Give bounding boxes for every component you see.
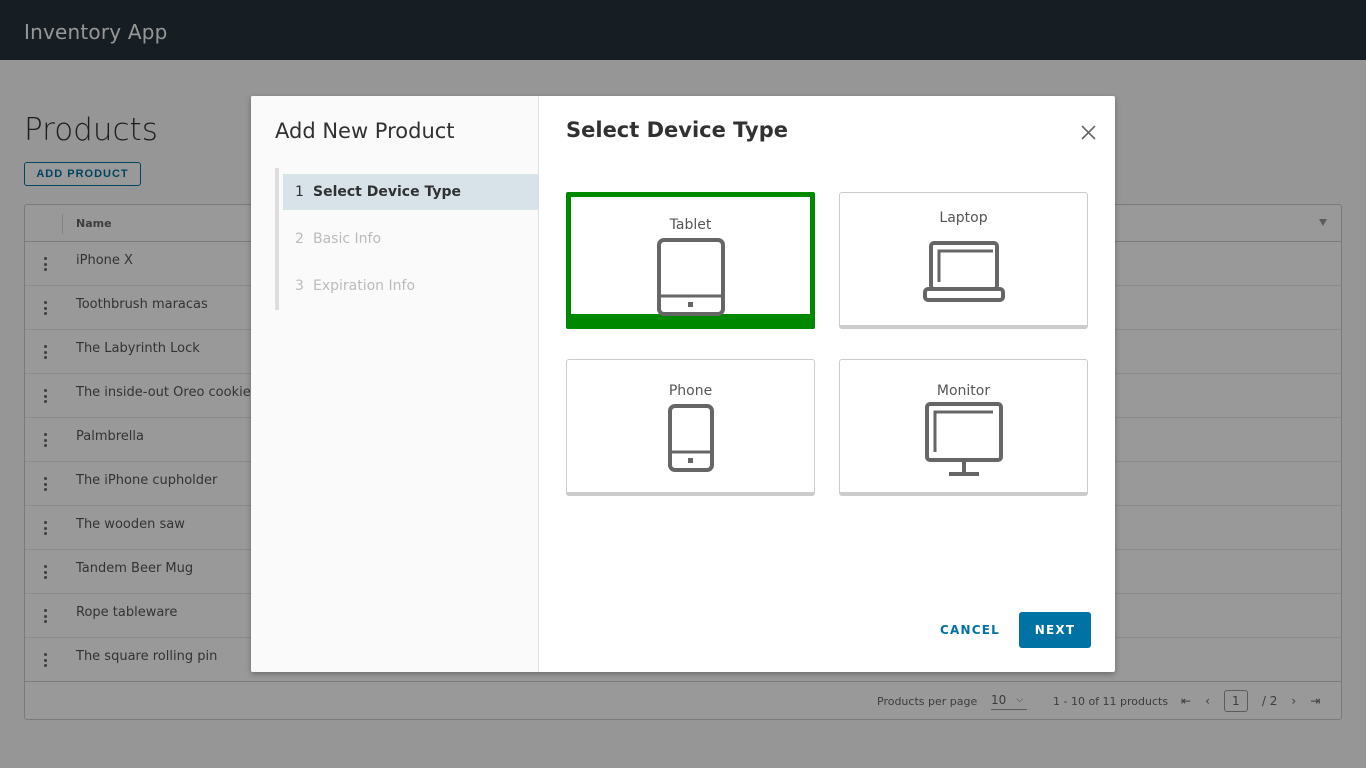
step-basic-info[interactable]: 2 Basic Info [283,221,539,257]
step-title: Select Device Type [566,118,788,142]
monitor-icon [925,402,1003,476]
step-number: 1 [295,184,304,200]
tablet-icon [657,238,725,316]
wizard-sidebar: Add New Product 1 Select Device Type 2 B… [251,96,539,672]
option-phone-card[interactable]: Phone [566,359,815,496]
option-label: Laptop [939,210,988,226]
option-label: Tablet [669,217,712,233]
wizard-steps: 1 Select Device Type 2 Basic Info 3 Expi… [275,168,539,310]
step-label: Basic Info [313,231,382,247]
step-select-device-type[interactable]: 1 Select Device Type [283,174,539,210]
option-label: Monitor [936,383,991,399]
step-expiration-info[interactable]: 3 Expiration Info [283,268,539,304]
step-label: Select Device Type [313,184,461,200]
wizard-title: Add New Product [275,119,455,143]
phone-icon [668,404,714,472]
option-label: Phone [668,383,713,399]
step-label: Expiration Info [313,278,416,294]
next-button[interactable]: NEXT [1019,612,1091,648]
step-number: 2 [295,231,304,247]
option-laptop-card[interactable]: Laptop [839,192,1088,329]
step-number: 3 [295,278,304,294]
option-tablet-card[interactable]: Tablet [566,192,815,329]
cancel-button[interactable]: CANCEL [916,612,1024,648]
option-monitor-card[interactable]: Monitor [839,359,1088,496]
laptop-icon [923,241,1005,302]
close-icon[interactable] [1080,124,1097,141]
